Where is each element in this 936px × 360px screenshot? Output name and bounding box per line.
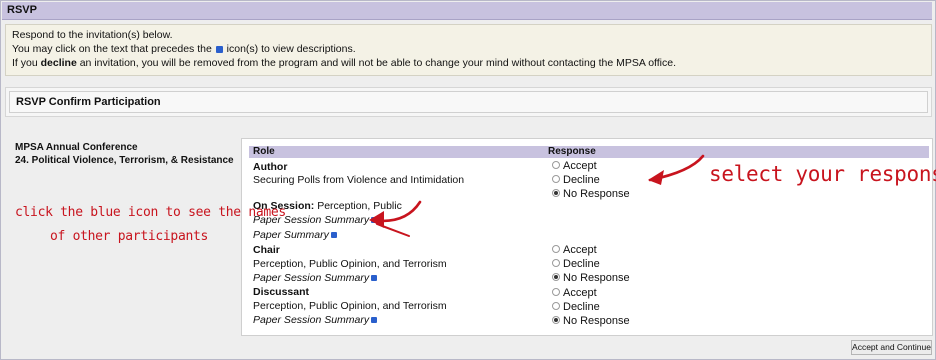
arrow-to-blue-icon	[369, 200, 422, 237]
arrow-to-response-icon	[648, 154, 705, 185]
annotation-arrows	[369, 154, 705, 237]
accept-and-continue-button[interactable]: Accept and Continue	[851, 340, 932, 355]
